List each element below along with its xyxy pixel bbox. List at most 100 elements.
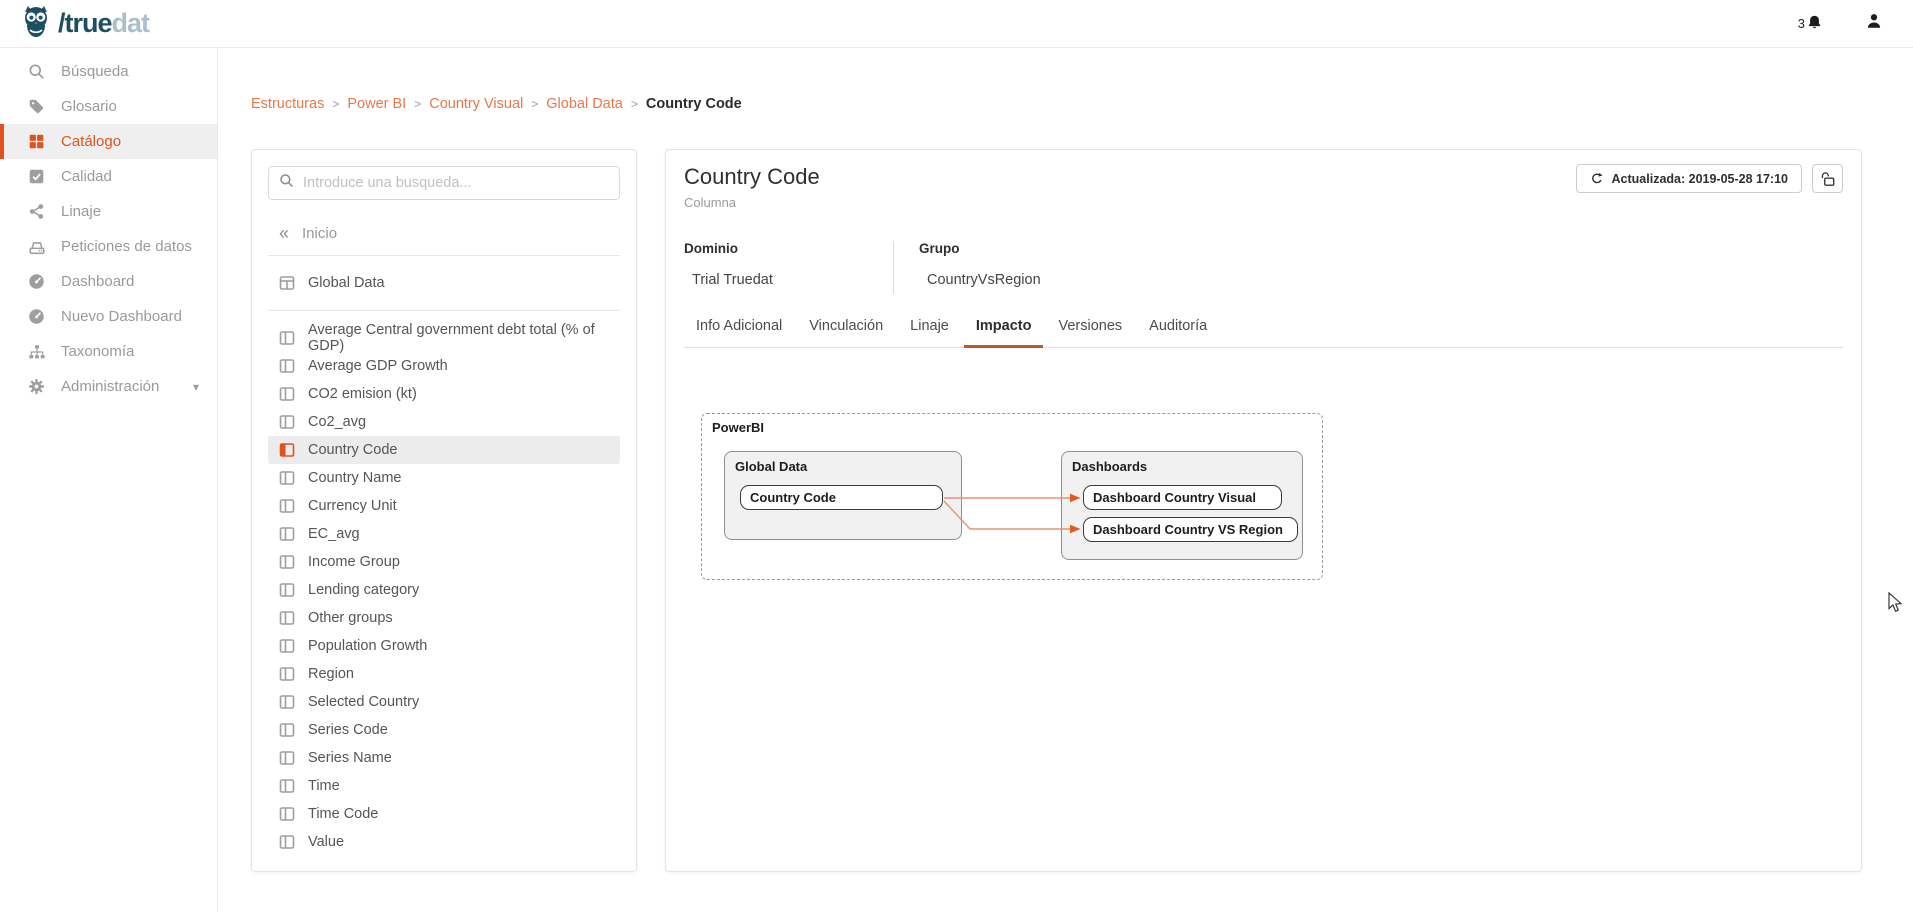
detail-tabs: Info Adicional Vinculación Linaje Impact… [684,318,1843,348]
owl-logo-icon [18,3,54,44]
structure-search[interactable] [268,166,620,200]
column-icon [279,722,295,738]
sidebar-item-peticiones[interactable]: Peticiones de datos [0,229,217,264]
sidebar-item-taxonomia[interactable]: Taxonomía [0,334,217,369]
search-input[interactable] [303,175,609,191]
list-item[interactable]: Selected Country [268,688,620,716]
impact-diagram: PowerBI Global Data Country Code Dashboa… [701,413,1323,580]
sidebar-item-dashboard[interactable]: Dashboard [0,264,217,299]
sidebar-item-glosario[interactable]: Glosario [0,89,217,124]
column-icon [279,834,295,850]
tab-info-adicional[interactable]: Info Adicional [684,318,794,348]
refresh-updated-button[interactable]: Actualizada: 2019-05-28 17:10 [1576,164,1802,193]
sidebar-item-calidad[interactable]: Calidad [0,159,217,194]
diagram-system-label: PowerBI [712,420,764,435]
drive-icon [27,238,46,256]
column-icon [279,470,295,486]
diagram-cluster-label: Global Data [735,459,807,474]
sidebar-item-linaje[interactable]: Linaje [0,194,217,229]
breadcrumb-link[interactable]: Power BI [347,96,406,112]
list-item[interactable]: Co2_avg [268,408,620,436]
sidebar-item-busqueda[interactable]: Búsqueda [0,54,217,89]
list-item[interactable]: Series Name [268,744,620,772]
breadcrumb-link[interactable]: Global Data [546,96,623,112]
list-item[interactable]: Time Code [268,800,620,828]
breadcrumb-link[interactable]: Estructuras [251,96,324,112]
list-item[interactable]: Income Group [268,548,620,576]
diagram-node-country-code[interactable]: Country Code [740,485,943,510]
breadcrumb-separator: > [631,97,638,111]
sidebar-item-catalogo[interactable]: Catálogo [0,124,217,159]
breadcrumb-link[interactable]: Country Visual [429,96,523,112]
list-item-selected[interactable]: Country Code [268,436,620,464]
metadata-fields: Dominio Trial Truedat Grupo CountryVsReg… [684,241,1843,294]
back-to-home[interactable]: « Inicio [268,224,620,242]
breadcrumb-current: Country Code [646,96,742,112]
list-item[interactable]: Average Central government debt total (%… [268,324,620,352]
tags-icon [27,98,46,115]
top-bar: /truedat 3 [0,0,1913,48]
column-icon [279,330,295,346]
notifications-button[interactable]: 3 [1798,14,1823,34]
updated-label: Actualizada: 2019-05-28 17:10 [1612,172,1788,186]
structure-list-panel: « Inicio Global Data [251,149,637,872]
user-icon [1865,12,1883,35]
tab-impacto[interactable]: Impacto [964,318,1044,348]
notification-count: 3 [1798,16,1805,31]
column-icon [279,694,295,710]
gauge-icon [27,308,46,325]
unlock-icon [1819,170,1837,188]
sidebar-item-label: Búsqueda [61,63,129,80]
breadcrumb-separator: > [531,97,538,111]
tab-versiones[interactable]: Versiones [1046,318,1134,348]
column-icon [279,582,295,598]
list-item[interactable]: Average GDP Growth [268,352,620,380]
tab-auditoria[interactable]: Auditoría [1137,318,1219,348]
column-icon [279,386,295,402]
tab-vinculacion[interactable]: Vinculación [797,318,895,348]
list-item[interactable]: EC_avg [268,520,620,548]
diagram-node-dashboard-country-visual[interactable]: Dashboard Country Visual [1083,485,1282,510]
chevrons-left-icon: « [279,224,289,242]
list-item[interactable]: Time [268,772,620,800]
sidebar-item-nuevo-dashboard[interactable]: Nuevo Dashboard [0,299,217,334]
chevron-down-icon: ▾ [193,380,199,394]
truedat-logo[interactable]: /truedat [18,3,149,44]
field-value-dominio: Trial Truedat [684,272,893,288]
column-icon [279,526,295,542]
list-item[interactable]: Region [268,660,620,688]
sidebar-item-label: Nuevo Dashboard [61,308,182,325]
search-icon [27,63,46,80]
list-item[interactable]: Value [268,828,620,856]
column-icon [279,554,295,570]
gauge-icon [27,273,46,290]
sidebar-item-label: Catálogo [61,133,121,150]
column-icon [279,638,295,654]
sidebar-item-administracion[interactable]: Administración ▾ [0,369,217,404]
list-item[interactable]: Currency Unit [268,492,620,520]
list-item[interactable]: Series Code [268,716,620,744]
unlock-button[interactable] [1812,164,1843,193]
diagram-node-dashboard-country-vs-region[interactable]: Dashboard Country VS Region [1083,517,1298,542]
parent-structure-label: Global Data [308,275,385,291]
list-item[interactable]: Lending category [268,576,620,604]
sidebar-item-label: Linaje [61,203,101,220]
column-icon [279,358,295,374]
field-label-grupo: Grupo [919,241,1041,256]
diagram-cluster-label: Dashboards [1072,459,1147,474]
tab-linaje[interactable]: Linaje [898,318,961,348]
table-icon [279,275,295,291]
column-icon [279,414,295,430]
list-item[interactable]: CO2 emision (kt) [268,380,620,408]
field-value-grupo: CountryVsRegion [919,272,1041,288]
list-item[interactable]: Other groups [268,604,620,632]
parent-structure-global-data[interactable]: Global Data [268,269,620,297]
list-item[interactable]: Population Growth [268,632,620,660]
back-label: Inicio [302,225,337,242]
sidebar: Búsqueda Glosario Catálogo [0,48,218,912]
sidebar-item-label: Peticiones de datos [61,238,192,255]
user-menu-button[interactable] [1865,12,1883,35]
sitemap-icon [27,343,46,361]
divider [268,255,620,256]
list-item[interactable]: Country Name [268,464,620,492]
